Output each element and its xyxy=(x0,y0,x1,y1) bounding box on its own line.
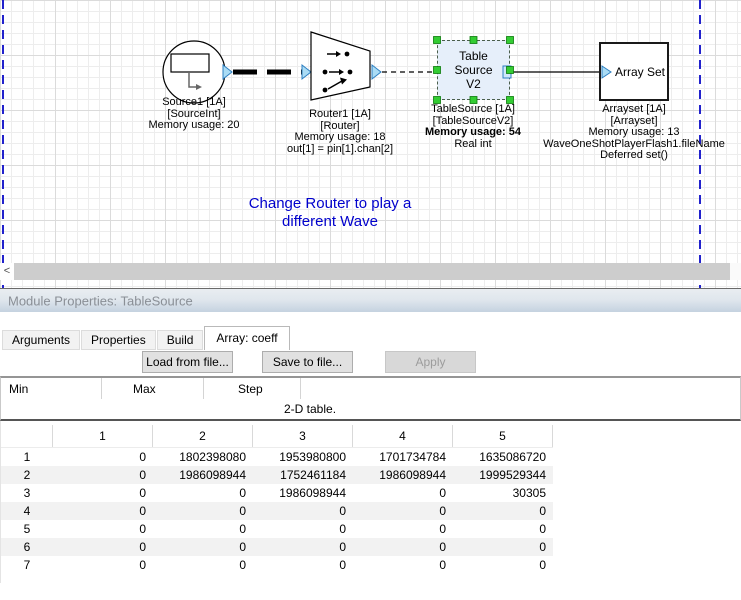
table-cell[interactable]: 0 xyxy=(53,484,153,502)
apply-button[interactable]: Apply xyxy=(385,351,476,373)
table-cell[interactable]: 0 xyxy=(153,538,253,556)
table-cell[interactable]: 0 xyxy=(153,484,253,502)
field-separator xyxy=(101,378,102,399)
horizontal-scrollbar[interactable]: < xyxy=(0,263,741,280)
source1-caption: Source1 [1A] [SourceInt] Memory usage: 2… xyxy=(148,97,239,132)
table-cell[interactable]: 1986098944 xyxy=(153,466,253,484)
arrayset-caption: Arrayset [1A] [Arrayset] Memory usage: 1… xyxy=(543,104,725,162)
load-from-file-button[interactable]: Load from file... xyxy=(142,351,233,373)
step-label: Step xyxy=(238,382,263,396)
arrayset-block-text: Array Set xyxy=(615,65,665,79)
table-cell[interactable]: 0 xyxy=(353,538,453,556)
router1-output-port xyxy=(372,65,381,79)
save-to-file-button[interactable]: Save to file... xyxy=(262,351,353,373)
table-cell[interactable]: 0 xyxy=(453,538,553,556)
panel-title: Module Properties: TableSource xyxy=(8,293,193,308)
table-cell[interactable]: 0 xyxy=(153,502,253,520)
table-cell[interactable]: 0 xyxy=(453,520,553,538)
table-cell[interactable]: 0 xyxy=(453,502,553,520)
tablesource-block-text: Source xyxy=(454,63,492,77)
table-cell[interactable]: 1986098944 xyxy=(353,466,453,484)
tablesource-block[interactable]: Table Source V2 xyxy=(437,40,510,100)
source-glyph-arrow xyxy=(196,84,202,90)
table-cell[interactable]: 0 xyxy=(353,502,453,520)
max-label: Max xyxy=(133,382,156,396)
table-cell[interactable]: 0 xyxy=(253,520,353,538)
table-row: 400000 xyxy=(1,502,553,520)
tablesource-block-text: Table xyxy=(459,49,488,63)
table-cell[interactable]: 0 xyxy=(353,556,453,574)
schematic-canvas[interactable]: Table Source V2 Array Set xyxy=(0,0,741,288)
table-cell[interactable]: 0 xyxy=(253,502,353,520)
table-cell[interactable]: 0 xyxy=(153,556,253,574)
table-cell[interactable]: 0 xyxy=(253,556,353,574)
table-row: 3001986098944030305 xyxy=(1,484,553,502)
router1-caption: Router1 [1A] [Router] Memory usage: 18 o… xyxy=(287,109,393,155)
table-column-header[interactable]: 4 xyxy=(353,425,453,447)
table-corner-cell xyxy=(1,425,53,447)
table-column-header[interactable]: 2 xyxy=(153,425,253,447)
table-cell[interactable]: 0 xyxy=(53,538,153,556)
table-cell[interactable]: 0 xyxy=(353,520,453,538)
table-column-header[interactable]: 3 xyxy=(253,425,353,447)
min-label: Min xyxy=(9,382,28,396)
table-row-label[interactable]: 5 xyxy=(1,520,53,538)
tab-arguments[interactable]: Arguments xyxy=(2,330,80,350)
coeff-table-body: 1018023980801953980800170173478416350867… xyxy=(1,448,553,574)
tab-properties[interactable]: Properties xyxy=(81,330,156,350)
table-row-label[interactable]: 6 xyxy=(1,538,53,556)
table-cell[interactable]: 1986098944 xyxy=(253,484,353,502)
table-cell[interactable]: 30305 xyxy=(453,484,553,502)
table-cell[interactable]: 0 xyxy=(53,466,153,484)
table-cell[interactable]: 0 xyxy=(253,538,353,556)
table-cell[interactable]: 1701734784 xyxy=(353,448,453,466)
table-cell[interactable]: 0 xyxy=(53,448,153,466)
scroll-left-button[interactable]: < xyxy=(0,263,14,280)
annotation-note: Change Router to play a different Wave xyxy=(249,195,412,231)
table-cell[interactable]: 0 xyxy=(153,520,253,538)
table-cell[interactable]: 1752461184 xyxy=(253,466,353,484)
app-window: Table Source V2 Array Set xyxy=(0,0,741,600)
source1-output-port xyxy=(223,65,232,79)
table-cell[interactable]: 1635086720 xyxy=(453,448,553,466)
table-row: 500000 xyxy=(1,520,553,538)
panel-header: Module Properties: TableSource xyxy=(0,288,741,312)
router1-input-port xyxy=(302,65,311,79)
panel-tabbar: Arguments Properties Build Array: coeff xyxy=(2,326,291,350)
table-row: 1018023980801953980800170173478416350867… xyxy=(1,448,553,466)
table-cell[interactable]: 0 xyxy=(53,520,153,538)
table-row: 2019860989441752461184198609894419995293… xyxy=(1,466,553,484)
table-row-label[interactable]: 2 xyxy=(1,466,53,484)
table-cell[interactable]: 0 xyxy=(53,556,153,574)
table-row: 700000 xyxy=(1,556,553,574)
table-row: 600000 xyxy=(1,538,553,556)
table-row-label[interactable]: 7 xyxy=(1,556,53,574)
table-cell[interactable]: 0 xyxy=(353,484,453,502)
table-cell[interactable]: 0 xyxy=(53,502,153,520)
router1-block[interactable] xyxy=(311,32,370,100)
arrayset-block[interactable]: Array Set xyxy=(599,42,669,101)
table-row-label[interactable]: 4 xyxy=(1,502,53,520)
field-separator xyxy=(203,378,204,399)
coeff-table: 12345 1018023980801953980800170173478416… xyxy=(1,425,553,574)
tab-build[interactable]: Build xyxy=(157,330,204,350)
table-cell[interactable]: 1953980800 xyxy=(253,448,353,466)
table-cell[interactable]: 0 xyxy=(453,556,553,574)
tablesource-block-text: V2 xyxy=(466,77,481,91)
source1-block[interactable] xyxy=(163,41,225,103)
tab-array-coeff[interactable]: Array: coeff xyxy=(204,326,289,350)
table-column-header[interactable]: 1 xyxy=(53,425,153,447)
table-column-header[interactable]: 5 xyxy=(453,425,553,447)
table-cell[interactable]: 1802398080 xyxy=(153,448,253,466)
range-fields-bar: Min Max Step 2-D table. xyxy=(0,376,741,421)
table-row-label[interactable]: 3 xyxy=(1,484,53,502)
scrollbar-thumb[interactable] xyxy=(14,263,730,280)
coeff-table-head: 12345 xyxy=(1,425,553,448)
table-dimension-note: 2-D table. xyxy=(284,402,336,416)
field-separator xyxy=(300,378,301,399)
tablesource-caption: TableSource [1A] [TableSourceV2] Memory … xyxy=(425,104,521,150)
table-row-label[interactable]: 1 xyxy=(1,448,53,466)
table-cell[interactable]: 1999529344 xyxy=(453,466,553,484)
